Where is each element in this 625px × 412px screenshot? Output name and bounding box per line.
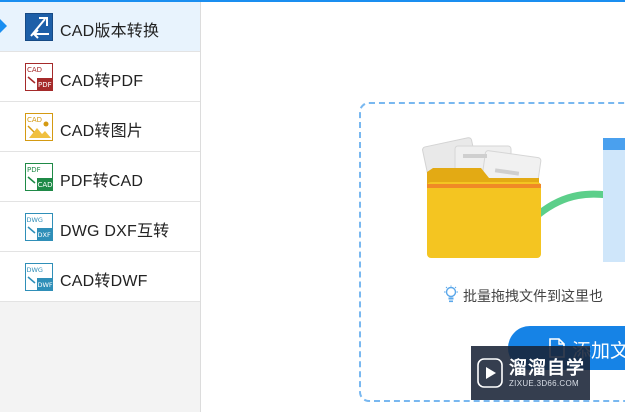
sidebar-item-cad-to-dwf[interactable]: DWG DWF CAD转DWF — [0, 252, 200, 302]
cad-to-dwf-icon: DWG DWF — [25, 263, 53, 291]
sidebar-item-cad-version-convert[interactable]: CAD版本转换 — [0, 2, 200, 52]
sidebar-item-label: CAD版本转换 — [60, 23, 160, 40]
cad-to-image-icon: CAD — [25, 113, 53, 141]
sidebar-item-label: CAD转图片 — [60, 123, 143, 140]
dwg-dxf-convert-icon: DWG DXF — [25, 213, 53, 241]
svg-text:DXF: DXF — [38, 231, 51, 239]
cad-version-convert-icon — [25, 13, 53, 41]
svg-text:CAD: CAD — [27, 116, 42, 124]
sidebar-item-label: CAD转PDF — [60, 73, 144, 90]
svg-text:PDF: PDF — [38, 81, 52, 89]
svg-text:PDF: PDF — [27, 166, 41, 174]
sidebar-item-label: PDF转CAD — [60, 173, 144, 190]
sidebar-item-cad-to-image[interactable]: CAD CAD转图片 — [0, 102, 200, 152]
watermark: 溜溜自学 ZIXUE.3D66.COM — [471, 346, 590, 400]
sidebar-item-label: DWG DXF互转 — [60, 223, 170, 240]
lightbulb-icon — [444, 285, 458, 303]
svg-text:CAD: CAD — [27, 66, 42, 74]
drag-drop-hint: 批量拖拽文件到这里也 — [463, 288, 603, 304]
svg-text:DWF: DWF — [38, 281, 53, 289]
svg-text:CAD: CAD — [38, 181, 53, 189]
sidebar: CAD版本转换 CAD PDF CAD转PDF CAD CAD转图片 PDF C… — [0, 2, 201, 412]
pdf-to-cad-icon: PDF CAD — [25, 163, 53, 191]
svg-text:DWG: DWG — [27, 216, 43, 224]
sidebar-item-cad-to-pdf[interactable]: CAD PDF CAD转PDF — [0, 52, 200, 102]
sidebar-item-label: CAD转DWF — [60, 273, 148, 290]
play-logo-icon — [477, 358, 503, 388]
sidebar-item-dwg-dxf-convert[interactable]: DWG DXF DWG DXF互转 — [0, 202, 200, 252]
sidebar-item-pdf-to-cad[interactable]: PDF CAD PDF转CAD — [0, 152, 200, 202]
watermark-text: 溜溜自学 — [509, 358, 585, 378]
svg-text:DWG: DWG — [27, 266, 43, 274]
watermark-subtext: ZIXUE.3D66.COM — [509, 379, 579, 388]
folder-illustration — [422, 137, 625, 262]
cad-to-pdf-icon: CAD PDF — [25, 63, 53, 91]
